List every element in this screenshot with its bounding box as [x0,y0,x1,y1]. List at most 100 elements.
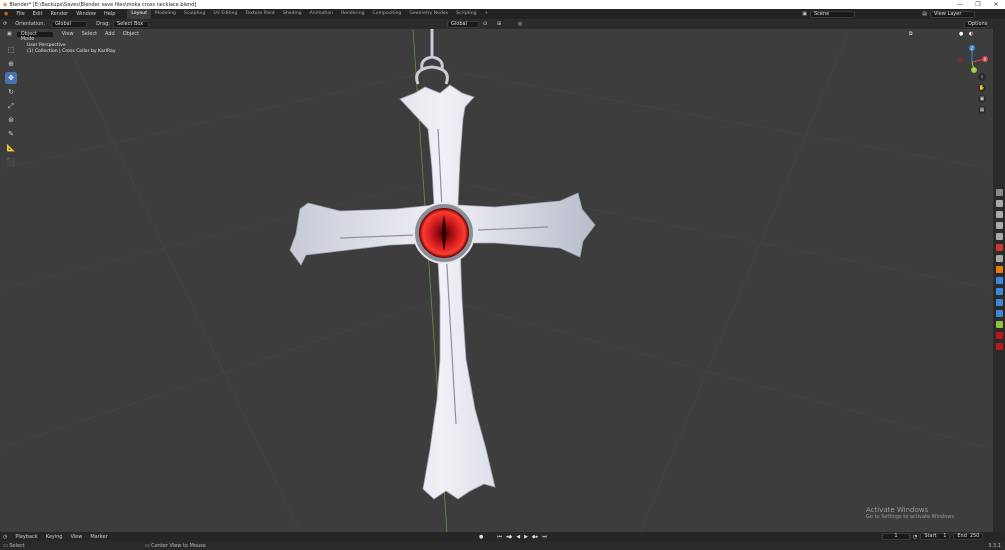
jump-end-icon[interactable]: ⏭ [540,534,549,540]
add-cube-icon[interactable]: ⬛ [5,156,17,168]
blender-logo-icon: ◉ [3,1,8,8]
tool-shelf: ⬚ ⊕ ✥ ↻ ⤢ ⊛ ✎ 📐 ⬛ [5,44,18,170]
timeline-menus: Playback Keying View Marker [11,534,111,540]
viewport-menu-select[interactable]: Select [78,31,101,37]
scale-icon[interactable]: ⤢ [5,100,17,112]
modifier-props-icon[interactable] [995,277,1003,284]
drag-label: Drag: [96,21,110,27]
scene-selector[interactable]: ▣ Scene [802,10,855,18]
end-frame-field[interactable]: End 250 [953,533,984,540]
tab-animation[interactable]: Animation [306,9,337,19]
annotate-icon[interactable]: ✎ [5,128,17,140]
play-icon[interactable]: ▶ [522,534,530,540]
tab-shading[interactable]: Shading [279,9,306,19]
tab-sculpting[interactable]: Sculpting [180,9,209,19]
viewport-info: User Perspective (1) Collection | Cross … [27,43,116,55]
viewport-header: ▣ Object Mode View Select Add Object ● ◐ ⧉ [0,29,993,41]
tab-scripting[interactable]: Scripting [452,9,480,19]
menu-item-render[interactable]: Render [46,11,72,17]
blender-menu-icon[interactable]: ◉ [0,11,12,17]
tab-compositing[interactable]: Compositing [369,9,406,19]
cursor-icon[interactable]: ⊕ [5,58,17,70]
constraints-props-icon[interactable] [995,310,1003,317]
start-frame-field[interactable]: Start 1 [920,533,951,540]
tab-rendering[interactable]: Rendering [337,9,368,19]
menu-item-help[interactable]: Help [100,11,119,17]
tab-uv-editing[interactable]: UV Editing [209,9,241,19]
physics-props-icon[interactable] [995,299,1003,306]
end-label: End [957,533,967,539]
scene-props-icon[interactable] [995,233,1003,240]
scene-field[interactable]: Scene [810,10,855,18]
tool-icon[interactable]: ⟳ [3,21,7,27]
close-button[interactable]: ✕ [987,0,1005,9]
tab-modeling[interactable]: Modeling [151,9,180,19]
gizmo-x-label: X [984,57,987,62]
material-props-icon[interactable] [995,332,1003,339]
mode-dropdown[interactable]: Object Mode [15,30,54,41]
output-props-icon[interactable] [995,211,1003,218]
options-dropdown[interactable]: Options [964,20,988,28]
transform-icon[interactable]: ⊛ [5,114,17,126]
stopwatch-icon[interactable]: ◔ [913,534,917,540]
shading-material-icon[interactable]: ◐ [965,31,977,37]
overlay-icon[interactable]: ⧉ [905,31,917,37]
frame-range: 1 ◔ Start 1 End 250 [882,533,984,540]
top-bar: ◉ File Edit Render Window Help Layout Modelin… [0,9,1005,19]
camera-icon[interactable]: ▣ [978,95,986,103]
view-layer-field[interactable]: View Layer [930,10,975,18]
measure-icon[interactable]: 📐 [5,142,17,154]
zoom-icon[interactable]: ⌕ [978,73,986,81]
current-frame-field[interactable]: 1 [882,533,910,540]
proportional-edit-icon[interactable]: ◎ [518,21,522,27]
orientation-dropdown[interactable]: Global [51,20,88,28]
select-box-icon[interactable]: ⬚ [5,44,17,56]
viewport-menu-add[interactable]: Add [101,31,119,37]
menu-item-edit[interactable]: Edit [29,11,47,17]
pan-hand-icon[interactable]: ✋ [978,84,986,92]
viewport-menu-view[interactable]: View [58,31,78,37]
rotate-icon[interactable]: ↻ [5,86,17,98]
snap-icon[interactable]: ⊞ [497,21,501,27]
tab-geometry-nodes[interactable]: Geometry Nodes [405,9,452,19]
playback-controls: ● ⏮ ◂◆ ◀ ▶ ◆▸ ⏭ [477,532,549,541]
start-label: Start [924,533,937,539]
view-layer-selector[interactable]: ▤ View Layer [922,10,975,18]
timeline-menu-playback[interactable]: Playback [11,534,41,540]
timeline-menu-keying[interactable]: Keying [42,534,67,540]
tool-props-icon[interactable] [995,189,1003,196]
prev-keyframe-icon[interactable]: ◂◆ [504,534,514,540]
move-icon[interactable]: ✥ [5,72,17,84]
object-props-icon[interactable] [995,266,1003,273]
3d-viewport[interactable] [0,29,993,532]
world-props-icon[interactable] [995,244,1003,251]
record-icon[interactable]: ● [477,534,485,540]
play-reverse-icon[interactable]: ◀ [514,534,522,540]
menu-item-window[interactable]: Window [72,11,100,17]
timeline-menu-view[interactable]: View [66,534,86,540]
texture-props-icon[interactable] [995,343,1003,350]
drag-dropdown[interactable]: Select Box [112,20,149,28]
properties-tab-strip [993,29,1005,532]
next-keyframe-icon[interactable]: ◆▸ [530,534,540,540]
maximize-button[interactable]: ❐ [969,0,987,9]
pivot-icon[interactable]: ⊙ [483,21,487,27]
menu-item-file[interactable]: File [12,11,28,17]
minimize-button[interactable]: — [951,0,969,9]
viewport-menu-object[interactable]: Object [119,31,143,37]
gizmo-y-label: Y [972,68,976,73]
tab-texture-paint[interactable]: Texture Paint [241,9,279,19]
timeline-menu-marker[interactable]: Marker [86,534,111,540]
particles-props-icon[interactable] [995,288,1003,295]
data-props-icon[interactable] [995,321,1003,328]
timeline-editor-icon[interactable]: ◷ [3,534,7,540]
grid-view-icon[interactable]: ▦ [978,106,986,114]
tab-layout[interactable]: Layout [127,9,151,19]
collection-props-icon[interactable] [995,255,1003,262]
render-props-icon[interactable] [995,200,1003,207]
add-workspace-button[interactable]: + [481,9,493,19]
view-layer-props-icon[interactable] [995,222,1003,229]
viewport-menus: View Select Add Object [58,31,143,37]
jump-start-icon[interactable]: ⏮ [495,534,504,540]
transform-orientation-dropdown[interactable]: Global [447,20,479,28]
